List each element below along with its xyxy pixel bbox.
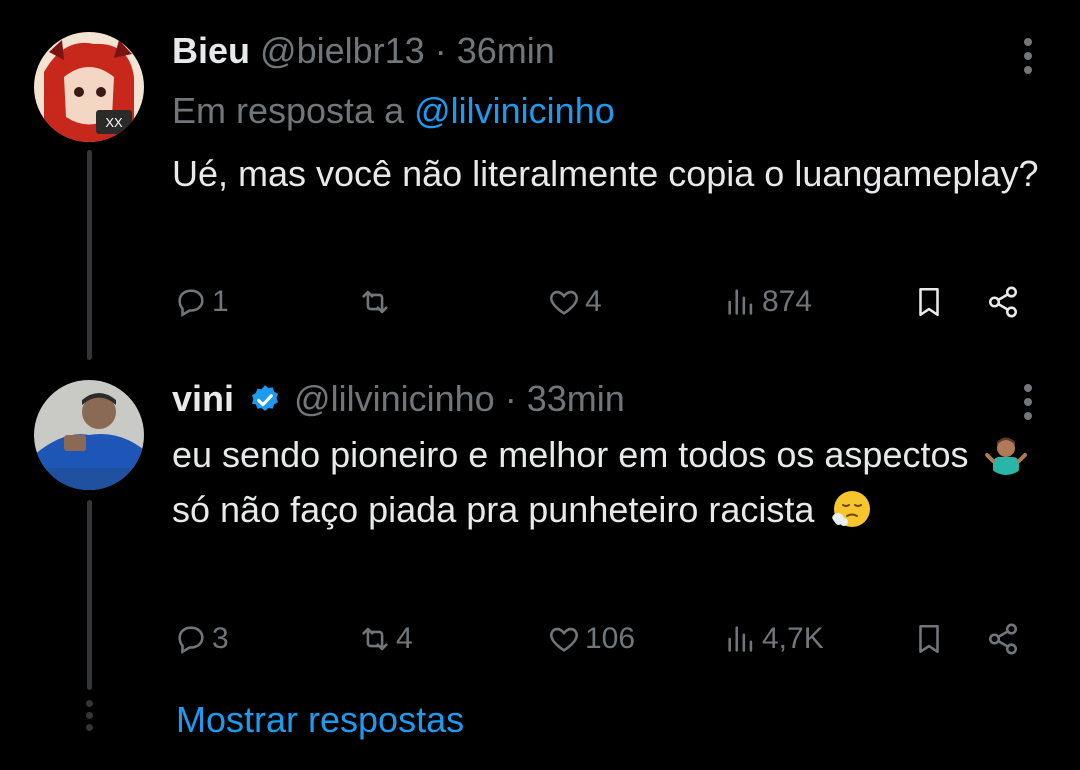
- user-handle[interactable]: @lilvinicinho: [294, 378, 495, 419]
- tweet[interactable]: XX Bieu @bielbr13 · 36min Em resposta a …: [0, 0, 1080, 360]
- reply-icon: [178, 626, 204, 655]
- views-count: 4,7K: [762, 622, 824, 655]
- retweet-icon: [362, 290, 388, 314]
- tweet-text: eu sendo pioneiro e melhor em todos os a…: [172, 427, 1052, 537]
- reply-icon: [178, 289, 204, 318]
- views-button[interactable]: 874: [724, 280, 812, 324]
- thread-line: [87, 150, 92, 360]
- retweet-button[interactable]: 4: [358, 617, 413, 661]
- reply-prefix: Em resposta a: [172, 90, 405, 131]
- views-button[interactable]: 4,7K: [724, 617, 824, 661]
- person-shrugging-emoji-icon: [984, 437, 1027, 475]
- reply-handle-link[interactable]: @lilvinicinho: [414, 90, 615, 131]
- retweet-icon: [362, 627, 388, 651]
- share-icon: [988, 286, 1018, 318]
- reply-count: 3: [212, 622, 229, 655]
- heart-icon: [550, 627, 578, 652]
- tweet-text-part: só não faço piada pra punheteiro racista: [172, 489, 815, 530]
- share-button[interactable]: [986, 617, 1020, 661]
- thread-continuation-dots: [84, 700, 94, 736]
- share-button[interactable]: [986, 280, 1020, 324]
- avatar-image: XX: [34, 32, 144, 142]
- bookmark-button[interactable]: [912, 280, 946, 324]
- reply-button[interactable]: 1: [174, 280, 229, 324]
- avatar[interactable]: XX: [34, 32, 144, 142]
- retweet-count: 4: [396, 622, 413, 655]
- more-options-icon[interactable]: [1022, 384, 1034, 426]
- thread-line: [87, 500, 92, 690]
- views-icon: [728, 626, 753, 652]
- avatar-image: [34, 380, 144, 490]
- timestamp[interactable]: 36min: [457, 30, 555, 71]
- bookmark-icon: [919, 624, 939, 654]
- tweet-header: vini @lilvinicinho · 33min: [172, 378, 625, 420]
- like-button[interactable]: 4: [547, 280, 602, 324]
- more-options-icon[interactable]: [1022, 38, 1034, 80]
- timestamp[interactable]: 33min: [527, 378, 625, 419]
- reply-count: 1: [212, 285, 229, 318]
- reply-button[interactable]: 3: [174, 617, 229, 661]
- views-icon: [728, 289, 753, 315]
- svg-text:XX: XX: [105, 115, 123, 130]
- show-replies-link[interactable]: Mostrar respostas: [176, 698, 464, 742]
- tweet-text-part: eu sendo pioneiro e melhor em todos os a…: [172, 434, 969, 475]
- action-bar: 3 4 106 4,7K: [172, 617, 1052, 661]
- verified-badge-icon[interactable]: [248, 383, 282, 417]
- display-name[interactable]: Bieu: [172, 30, 250, 71]
- user-handle[interactable]: @bielbr13: [260, 30, 425, 71]
- action-bar: 1 4 874: [172, 280, 1052, 324]
- like-count: 106: [585, 622, 636, 655]
- retweet-button[interactable]: [358, 280, 396, 324]
- face-exhaling-emoji-icon: [832, 491, 871, 527]
- display-name[interactable]: vini: [172, 378, 234, 419]
- bookmark-icon: [919, 287, 939, 317]
- bookmark-button[interactable]: [912, 617, 946, 661]
- separator: ·: [434, 30, 447, 71]
- reply-context: Em resposta a @lilvinicinho: [172, 90, 615, 132]
- tweet-text: Ué, mas você não literalmente copia o lu…: [172, 153, 1039, 194]
- tweet-header: Bieu @bielbr13 · 36min: [172, 30, 555, 72]
- heart-icon: [550, 290, 578, 315]
- views-count: 874: [762, 285, 813, 318]
- like-button[interactable]: 106: [547, 617, 635, 661]
- avatar[interactable]: [34, 380, 144, 490]
- separator: ·: [504, 378, 517, 419]
- tweet[interactable]: vini @lilvinicinho · 33min eu sendo pion…: [0, 360, 1080, 690]
- like-count: 4: [585, 285, 602, 318]
- share-icon: [988, 623, 1018, 655]
